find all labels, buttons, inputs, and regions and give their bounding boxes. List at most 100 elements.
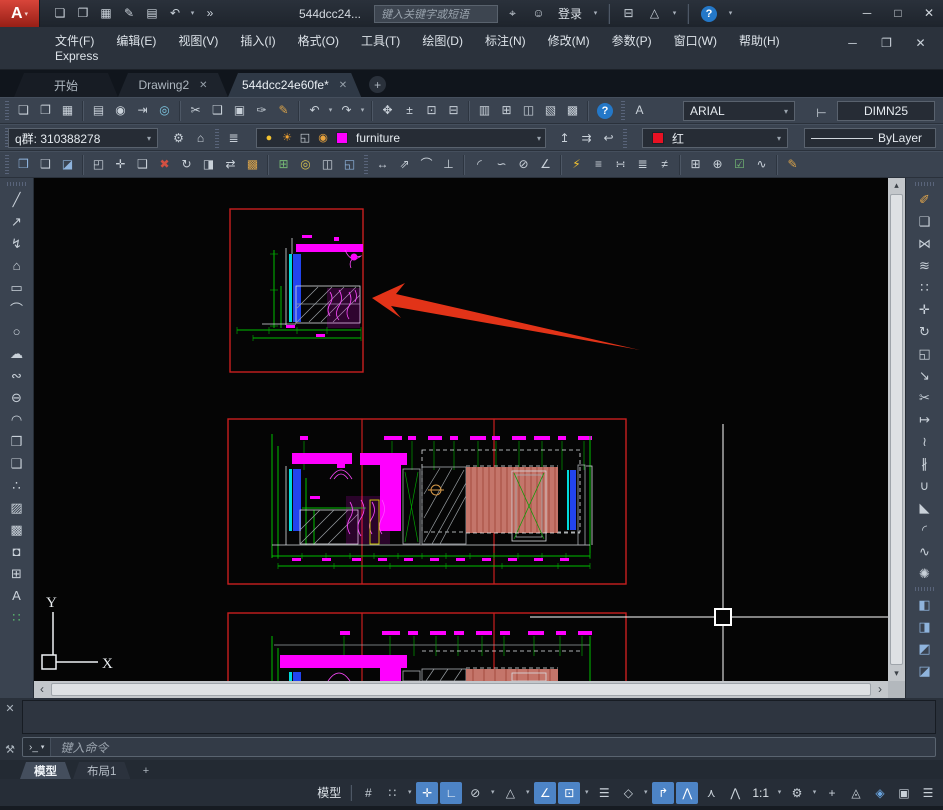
send-under-objects-icon[interactable]: ◪ — [913, 660, 937, 681]
replace-block-icon[interactable]: ⇄ — [220, 154, 241, 175]
object-color-combo[interactable]: 红 ▾ — [642, 128, 788, 148]
object-snap-icon[interactable]: ⊡ — [558, 782, 580, 804]
blend-curves-icon[interactable]: ∿ — [913, 541, 937, 562]
bring-above-objects-icon[interactable]: ◩ — [913, 638, 937, 659]
text-style-icon[interactable]: A — [629, 100, 650, 121]
horizontal-scrollbar[interactable]: ‹ › — [34, 681, 888, 698]
qat-more-icon[interactable]: » — [200, 3, 220, 24]
revision-cloud-icon[interactable]: ☁ — [5, 343, 29, 364]
table-icon[interactable]: ⊞ — [5, 563, 29, 584]
insert-block-icon[interactable]: ❒ — [5, 431, 29, 452]
dynamic-input-icon[interactable]: ✛ — [416, 782, 438, 804]
menu-format[interactable]: 格式(O) — [298, 32, 339, 49]
autoscale-annotations-icon[interactable]: ⋏ — [700, 782, 722, 804]
save-icon[interactable]: ▦ — [96, 3, 116, 24]
dim-inspect-icon[interactable]: ☑ — [729, 154, 750, 175]
gradient-icon[interactable]: ▩ — [5, 519, 29, 540]
undo-icon[interactable]: ↶ — [165, 3, 185, 24]
print-preview-icon[interactable]: ◉ — [110, 100, 131, 121]
hatch-icon[interactable]: ▨ — [5, 497, 29, 518]
redo-dropdown[interactable]: ▾ — [358, 100, 367, 121]
help-dropdown[interactable]: ▾ — [726, 3, 735, 24]
clean-screen-icon[interactable]: ▣ — [893, 782, 915, 804]
a360-triangle-icon[interactable]: △ — [644, 3, 665, 24]
vertical-scrollbar[interactable]: ▴ ▾ — [888, 178, 905, 698]
dimension-style-icon[interactable]: ⊢ — [811, 103, 832, 124]
new-file-icon[interactable]: ❏ — [50, 3, 70, 24]
drawing-canvas[interactable]: Y X — [34, 178, 888, 681]
new-file-icon[interactable]: ❏ — [13, 100, 34, 121]
pan-icon[interactable]: ✥ — [377, 100, 398, 121]
menu-dimension[interactable]: 标注(N) — [485, 32, 526, 49]
open-file-icon[interactable]: ❐ — [35, 100, 56, 121]
bound-block-icon[interactable]: ◱ — [339, 154, 360, 175]
tab-drawing2[interactable]: Drawing2 ✕ — [118, 73, 228, 97]
dynamic-ucs-icon[interactable]: ↱ — [652, 782, 674, 804]
dim-tolerance-icon[interactable]: ⊞ — [685, 154, 706, 175]
menu-file[interactable]: 文件(F) — [55, 32, 94, 49]
help-icon[interactable]: ? — [701, 6, 717, 22]
annotation-visibility-icon[interactable]: ⋀ — [676, 782, 698, 804]
linetype-combo[interactable]: ByLayer — [804, 128, 936, 148]
remove-from-working-set-icon[interactable]: ◪ — [57, 154, 78, 175]
menu-tools[interactable]: 工具(T) — [361, 32, 400, 49]
menu-insert[interactable]: 插入(I) — [240, 32, 275, 49]
menu-edit[interactable]: 编辑(E) — [116, 32, 156, 49]
tab-layout1[interactable]: 布局1 — [73, 762, 130, 779]
menu-modify[interactable]: 修改(M) — [548, 32, 590, 49]
dim-center-mark-icon[interactable]: ⊕ — [707, 154, 728, 175]
make-object-layer-current-icon[interactable]: ↥ — [554, 128, 575, 149]
quick-dimension-icon[interactable]: ⚡ — [566, 154, 587, 175]
search-input[interactable]: 键入关键字或短语 — [374, 5, 498, 23]
dim-linear-icon[interactable]: ↔ — [372, 154, 393, 175]
selection-cycling-dropdown[interactable]: ▾ — [641, 782, 650, 803]
lineweight-display-icon[interactable]: ☰ — [593, 782, 615, 804]
polygon-icon[interactable]: ⌂ — [5, 255, 29, 276]
settings-gear-icon[interactable]: ⚙ — [168, 128, 189, 149]
sign-in-dropdown[interactable]: ▾ — [591, 3, 600, 24]
scale-icon[interactable]: ◱ — [913, 343, 937, 364]
dim-diameter-icon[interactable]: ⊘ — [513, 154, 534, 175]
copy-nested-objects-icon[interactable]: ❑ — [132, 154, 153, 175]
a360-dropdown[interactable]: ▾ — [670, 3, 679, 24]
construction-line-icon[interactable]: ↗ — [5, 211, 29, 232]
layer-combo[interactable]: ●☀◱◉ furniture ▾ — [256, 128, 546, 148]
dim-spacing-icon[interactable]: ≣ — [632, 154, 653, 175]
scroll-right-icon[interactable]: › — [872, 681, 888, 698]
dim-jogged-icon[interactable]: ∽ — [491, 154, 512, 175]
break-icon[interactable]: ∦ — [913, 453, 937, 474]
scroll-left-icon[interactable]: ‹ — [34, 681, 50, 698]
command-input[interactable]: ›_ ▾ 键入命令 — [22, 737, 936, 757]
point-cloud-icon[interactable]: ∷ — [5, 607, 29, 628]
menu-parametric[interactable]: 参数(P) — [612, 32, 652, 49]
mirror-block-icon[interactable]: ◨ — [198, 154, 219, 175]
rotate-block-icon[interactable]: ↻ — [176, 154, 197, 175]
restore-document-icon[interactable]: ❐ — [876, 33, 897, 54]
close-tab-icon[interactable]: ✕ — [339, 80, 347, 91]
mirror-icon[interactable]: ⋈ — [913, 233, 937, 254]
layer-previous-icon[interactable]: ↩ — [598, 128, 619, 149]
dim-angular-icon[interactable]: ∠ — [535, 154, 556, 175]
create-block-icon[interactable]: ❑ — [5, 453, 29, 474]
tool-palettes-icon[interactable]: ◫ — [518, 100, 539, 121]
save-icon[interactable]: ▦ — [57, 100, 78, 121]
qq-group-combo[interactable]: q群: 310388278 ▾ — [8, 128, 158, 148]
scale-dropdown[interactable]: ▾ — [775, 782, 784, 803]
zoom-realtime-icon[interactable]: ± — [399, 100, 420, 121]
customization-menu-icon[interactable]: ☰ — [917, 782, 939, 804]
block-attributes-icon[interactable]: ▩ — [242, 154, 263, 175]
arc-icon[interactable]: ⌒ — [5, 299, 29, 320]
layer-properties-manager-icon[interactable]: ≣ — [223, 128, 244, 149]
offset-icon[interactable]: ≋ — [913, 255, 937, 276]
layer-color-swatch[interactable] — [336, 132, 348, 144]
tab-start[interactable]: 开始 — [14, 73, 118, 97]
cut-icon[interactable]: ✂ — [185, 100, 206, 121]
close-window-icon[interactable]: ✕ — [921, 3, 937, 24]
maximize-window-icon[interactable]: □ — [890, 3, 906, 24]
dim-arc-length-icon[interactable]: ⌒ — [416, 154, 437, 175]
rotate-icon[interactable]: ↻ — [913, 321, 937, 342]
layer-match-icon[interactable]: ⇉ — [576, 128, 597, 149]
scroll-down-icon[interactable]: ▾ — [894, 666, 899, 681]
fillet-icon[interactable]: ◜ — [913, 519, 937, 540]
layer-viewport-freeze-icon[interactable]: ◱ — [297, 128, 313, 149]
